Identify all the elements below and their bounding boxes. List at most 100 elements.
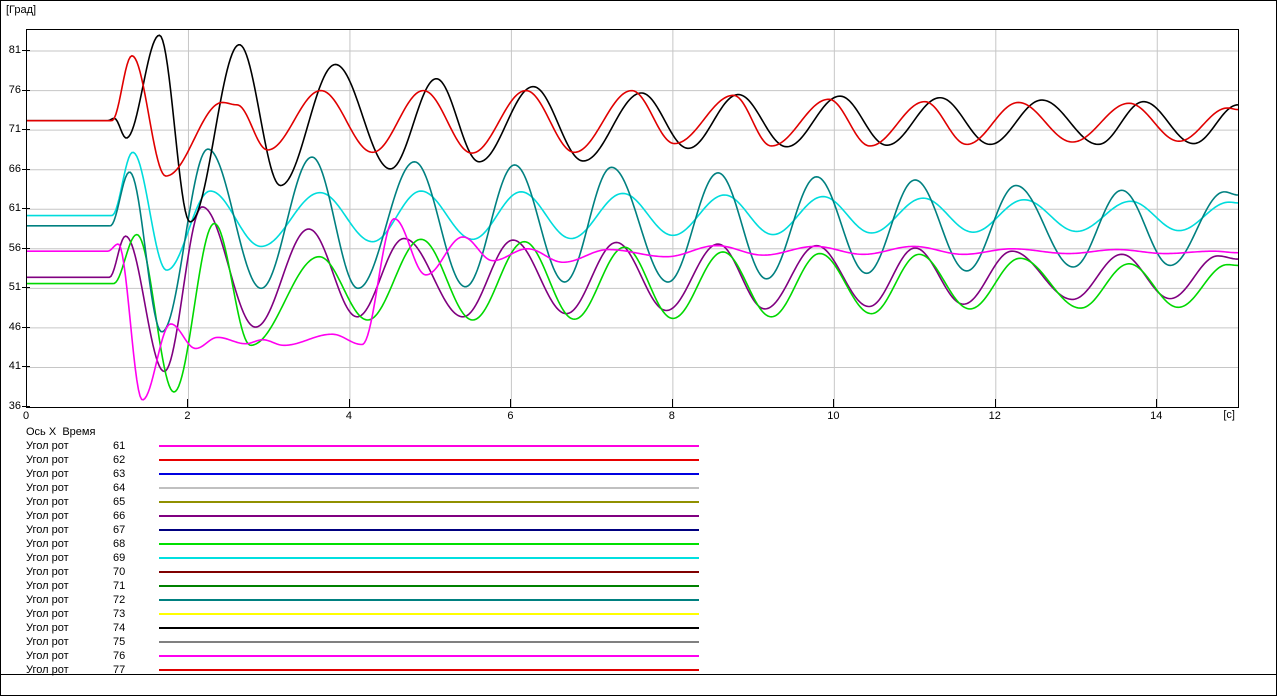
x-tick-mark	[994, 399, 996, 407]
legend-color-line	[159, 641, 699, 643]
y-tick-mark	[22, 50, 30, 52]
legend-item-number: 70	[113, 566, 126, 578]
y-tick-mark	[22, 168, 30, 170]
legend-item-label: Угол рот	[26, 454, 69, 466]
legend-row[interactable]: Угол рот 66	[1, 509, 1276, 523]
x-tick-label: 2	[184, 410, 191, 422]
legend-header: Ось X Время	[26, 425, 95, 439]
legend-item-number: 72	[113, 594, 126, 606]
legend-item-number: 66	[113, 510, 126, 522]
y-tick-mark	[22, 208, 30, 210]
legend-item-label: Угол рот	[26, 594, 69, 606]
legend-row[interactable]: Угол рот 72	[1, 593, 1276, 607]
legend-row[interactable]: Угол рот 76	[1, 649, 1276, 663]
legend-item-number: 68	[113, 538, 126, 550]
legend-item-number: 63	[113, 468, 126, 480]
legend-color-line	[159, 599, 699, 601]
legend-row[interactable]: Угол рот 74	[1, 621, 1276, 635]
legend-item-label: Угол рот	[26, 622, 69, 634]
legend-color-line	[159, 473, 699, 475]
legend-item-number: 61	[113, 440, 126, 452]
legend-item-label: Угол рот	[26, 440, 69, 452]
legend-row[interactable]: Угол рот 71	[1, 579, 1276, 593]
series-path-rotor-angle-teal	[27, 148, 1238, 333]
bottom-separator	[1, 674, 1276, 675]
legend-item-label: Угол рот	[26, 636, 69, 648]
x-tick-label: 8	[668, 410, 675, 422]
legend-color-line	[159, 487, 699, 489]
legend-row[interactable]: Угол рот 64	[1, 481, 1276, 495]
x-tick-label: 0	[22, 410, 30, 422]
legend-item-label: Угол рот	[26, 580, 69, 592]
legend-item-label: Угол рот	[26, 608, 69, 620]
x-tick-mark	[1156, 399, 1158, 407]
legend-color-line	[159, 669, 699, 671]
x-tick-mark	[833, 399, 835, 407]
legend-item-number: 75	[113, 636, 126, 648]
y-tick-label: 71	[8, 123, 21, 136]
legend-item-number: 62	[113, 454, 126, 466]
x-tick-mark	[671, 399, 673, 407]
legend-item-label: Угол рот	[26, 482, 69, 494]
legend-row[interactable]: Угол рот 61	[1, 439, 1276, 453]
chart-canvas	[27, 30, 1238, 407]
legend-color-line	[159, 501, 699, 503]
x-tick-label: 4	[345, 410, 352, 422]
legend-color-line	[159, 543, 699, 545]
y-tick-label: 81	[8, 44, 21, 57]
legend-color-line	[159, 585, 699, 587]
legend-row[interactable]: Угол рот 65	[1, 495, 1276, 509]
legend-item-number: 76	[113, 650, 126, 662]
legend-item-number: 74	[113, 622, 126, 634]
x-tick-mark	[26, 399, 27, 407]
y-tick-label: 41	[8, 360, 21, 373]
x-tick-label: 14	[1150, 410, 1163, 422]
legend-item-number: 71	[113, 580, 126, 592]
y-tick-mark	[22, 366, 30, 368]
series-path-rotor-angle-red	[27, 54, 1238, 177]
x-tick-mark	[510, 399, 512, 407]
y-tick-mark	[22, 129, 30, 131]
legend-color-line	[159, 557, 699, 559]
x-tick-label: 10	[827, 410, 840, 422]
legend-row[interactable]: Угол рот 67	[1, 523, 1276, 537]
series-path-rotor-angle-black	[27, 34, 1238, 223]
legend-x-axis-label: Ось X	[26, 426, 57, 438]
legend-item-label: Угол рот	[26, 510, 69, 522]
legend-color-line	[159, 515, 699, 517]
legend-row[interactable]: Угол рот 69	[1, 551, 1276, 565]
y-tick-label: 61	[8, 202, 21, 215]
y-tick-mark	[22, 247, 30, 249]
y-tick-label: 76	[8, 83, 21, 96]
y-tick-label: 66	[8, 162, 21, 175]
legend-item-number: 73	[113, 608, 126, 620]
x-tick-label: 6	[507, 410, 514, 422]
legend-item-label: Угол рот	[26, 496, 69, 508]
legend-item-number: 69	[113, 552, 126, 564]
x-tick-mark	[348, 399, 350, 407]
legend-color-line	[159, 459, 699, 461]
legend-row[interactable]: Угол рот 75	[1, 635, 1276, 649]
y-tick-mark	[22, 287, 30, 289]
legend-color-line	[159, 445, 699, 447]
legend-color-line	[159, 613, 699, 615]
x-tick-label: 12	[988, 410, 1001, 422]
legend-row[interactable]: Угол рот 70	[1, 565, 1276, 579]
legend-color-line	[159, 627, 699, 629]
legend-row[interactable]: Угол рот 73	[1, 607, 1276, 621]
x-unit-label: [c]	[1223, 409, 1235, 421]
chart-plot-area[interactable]	[26, 29, 1239, 408]
legend-item-number: 67	[113, 524, 126, 536]
legend-item-number: 64	[113, 482, 126, 494]
legend-item-label: Угол рот	[26, 566, 69, 578]
legend-row[interactable]: Угол рот 62	[1, 453, 1276, 467]
legend-row[interactable]: Угол рот 68	[1, 537, 1276, 551]
y-tick-label: 46	[8, 320, 21, 333]
legend-color-line	[159, 571, 699, 573]
legend-row[interactable]: Угол рот 63	[1, 467, 1276, 481]
series-path-rotor-angle-magenta	[27, 218, 1238, 401]
legend-item-label: Угол рот	[26, 524, 69, 536]
y-tick-mark	[22, 89, 30, 91]
legend-x-axis-value: Время	[62, 426, 96, 438]
y-tick-label: 56	[8, 241, 21, 254]
